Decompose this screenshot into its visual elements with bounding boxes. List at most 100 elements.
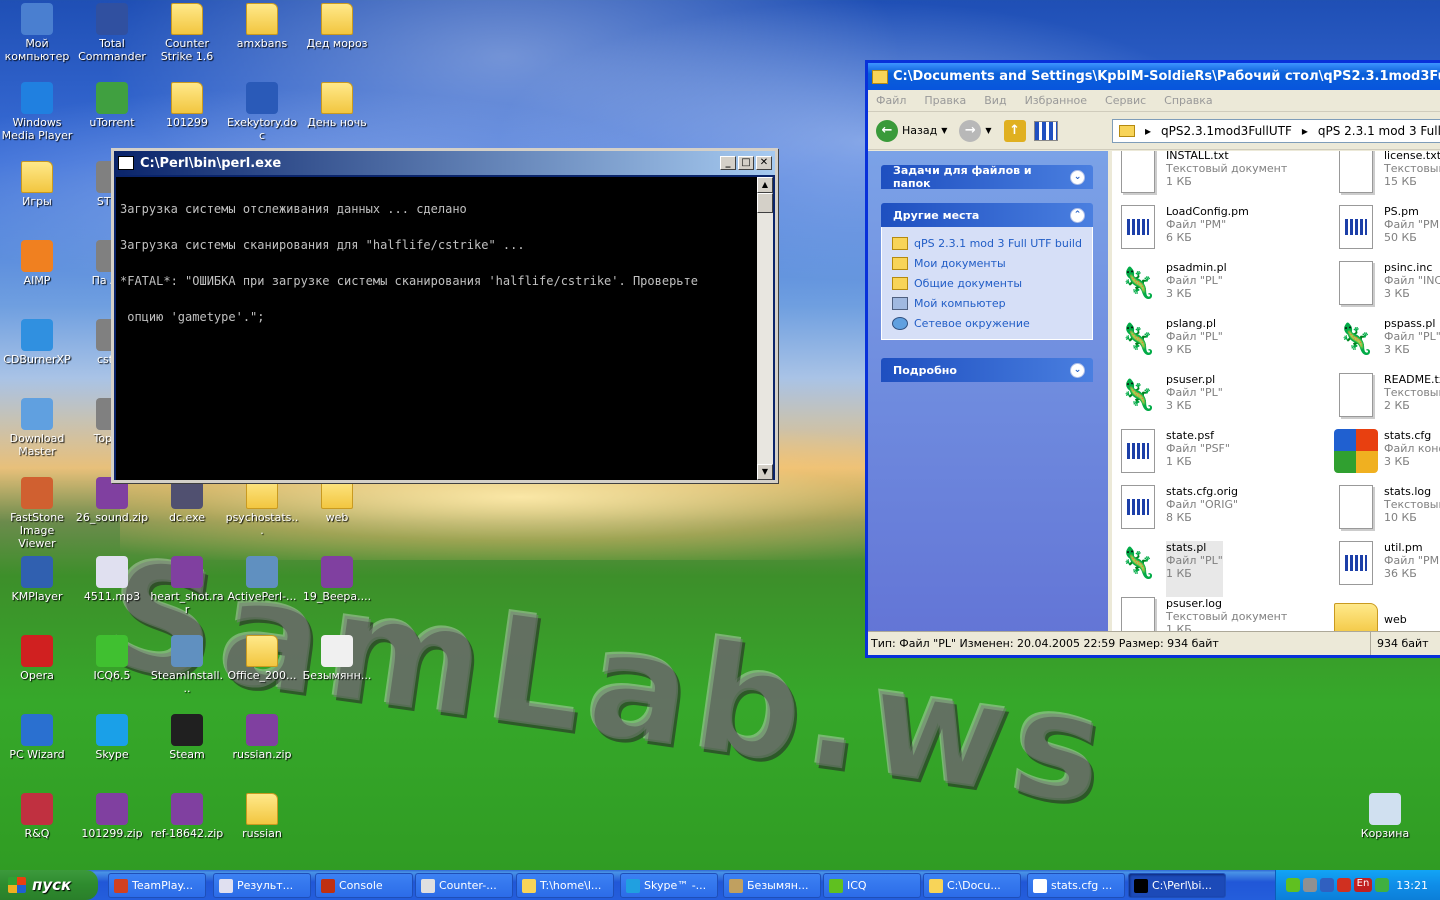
network-tray-icon[interactable] <box>1320 878 1334 892</box>
expand-icon[interactable]: ⌄ <box>1070 362 1085 378</box>
volume-tray-icon[interactable] <box>1337 878 1351 892</box>
file-item[interactable]: INSTALL.txt Текстовый документ 1 КБ <box>1116 151 1316 205</box>
file-list[interactable]: INSTALL.txt Текстовый документ 1 КБ LoadCon… <box>1112 151 1440 634</box>
start-button[interactable]: пуск <box>0 870 98 900</box>
close-button[interactable]: ✕ <box>756 156 772 170</box>
taskbar-button[interactable]: Skype™ -... <box>620 873 718 898</box>
taskbar-button[interactable]: T:\home\l... <box>516 873 614 898</box>
breadcrumb-item[interactable]: qPS 2.3.1 mod 3 Full <box>1318 124 1440 138</box>
file-item[interactable]: psuser.log Текстовый документ 1 КБ <box>1116 597 1316 634</box>
console-window[interactable]: C:\Perl\bin\perl.exe _ □ ✕ Загрузка сист… <box>111 148 778 483</box>
file-item[interactable]: 🦎 pslang.pl Файл "PL" 9 КБ <box>1116 317 1316 373</box>
taskbar-button[interactable]: Console <box>315 873 413 898</box>
views-icon[interactable] <box>1033 120 1058 141</box>
menu-help[interactable]: Справка <box>1164 94 1212 107</box>
scroll-up-arrow-icon[interactable]: ▲ <box>757 177 773 193</box>
desktop-icon[interactable]: День ночь <box>300 82 374 129</box>
desktop-icon[interactable]: R&Q <box>0 793 74 840</box>
desktop-icon[interactable]: 26_sound.zip <box>75 477 149 524</box>
menu-view[interactable]: Вид <box>984 94 1006 107</box>
folder-up-icon[interactable]: ↑ <box>1003 119 1026 142</box>
desktop-icon[interactable]: amxbans <box>225 3 299 50</box>
address-bar[interactable]: ▸ qPS2.3.1mod3FullUTF ▸ qPS 2.3.1 mod 3 … <box>1112 119 1440 143</box>
file-item[interactable]: 🦎 psadmin.pl Файл "PL" 3 КБ <box>1116 261 1316 317</box>
desktop-icon[interactable]: dc.exe <box>150 477 224 524</box>
taskbar-button[interactable]: C:\Docu... <box>923 873 1021 898</box>
file-item[interactable]: license.txt Текстовый 15 КБ <box>1334 151 1440 205</box>
desktop-icon[interactable]: ICQ6.5 <box>75 635 149 682</box>
desktop-icon[interactable]: heart_shot.rar <box>150 556 224 616</box>
desktop-icon[interactable]: psychostats... <box>225 477 299 537</box>
file-item[interactable]: 🦎 stats.pl Файл "PL" 1 КБ <box>1116 541 1316 597</box>
desktop-icon[interactable]: ActivePerl-... <box>225 556 299 603</box>
console-titlebar[interactable]: C:\Perl\bin\perl.exe _ □ ✕ <box>114 151 775 175</box>
desktop-icon[interactable]: FastStone Image Viewer <box>0 477 74 550</box>
desktop-icon[interactable]: russian <box>225 793 299 840</box>
file-item[interactable]: stats.cfgФайл конф3 КБ <box>1334 429 1440 485</box>
file-item[interactable]: psinc.incФайл "INC"3 КБ <box>1334 261 1440 317</box>
file-item[interactable]: stats.log Текстовый 10 КБ <box>1334 485 1440 541</box>
desktop-icon[interactable]: Мой компьютер <box>0 3 74 63</box>
details-header[interactable]: Подробно ⌄ <box>881 358 1093 382</box>
other-places-header[interactable]: Другие места ⌃ <box>881 203 1093 227</box>
clock[interactable]: 13:21 <box>1396 879 1428 892</box>
place-link[interactable]: Сетевое окружение <box>892 313 1082 333</box>
file-item[interactable]: README.txtТекстовый2 КБ <box>1334 373 1440 429</box>
file-item[interactable]: util.pm Файл "PM" 36 КБ <box>1334 541 1440 597</box>
explorer-window[interactable]: C:\Documents and Settings\KpbIM-SoldieRs… <box>865 60 1440 658</box>
place-link[interactable]: Мой компьютер <box>892 293 1082 313</box>
menu-favorites[interactable]: Избранное <box>1025 94 1087 107</box>
icq-tray-icon[interactable] <box>1286 878 1300 892</box>
file-item[interactable]: PS.pm Файл "PM" 50 КБ <box>1334 205 1440 261</box>
desktop-icon[interactable]: Exekytory.doc <box>225 82 299 142</box>
desktop-icon[interactable]: AIMP <box>0 240 74 287</box>
desktop-icon[interactable]: 19_Beepa.... <box>300 556 374 603</box>
chevron-down-icon[interactable]: ▼ <box>985 126 991 135</box>
back-button[interactable]: ← Назад ▼ <box>876 119 947 142</box>
desktop-icon[interactable]: SteamInstall... <box>150 635 224 695</box>
scroll-thumb[interactable] <box>757 193 773 213</box>
taskbar-button[interactable]: Безымян... <box>723 873 821 898</box>
taskbar-button[interactable]: stats.cfg ... <box>1027 873 1125 898</box>
settings-tray-icon[interactable] <box>1303 878 1317 892</box>
desktop-icon[interactable]: KMPlayer <box>0 556 74 603</box>
place-link[interactable]: Мои документы <box>892 253 1082 273</box>
desktop-icon[interactable]: Total Commander <box>75 3 149 63</box>
console-scrollbar[interactable]: ▲ ▼ <box>757 177 773 480</box>
desktop-icon[interactable]: Office_200... <box>225 635 299 682</box>
desktop-icon[interactable]: Skype <box>75 714 149 761</box>
desktop-icon[interactable]: 4511.mp3 <box>75 556 149 603</box>
security-tray-icon[interactable] <box>1375 878 1389 892</box>
expand-icon[interactable]: ⌄ <box>1070 169 1085 185</box>
details-panel[interactable]: Подробно ⌄ <box>881 358 1093 382</box>
desktop-icon[interactable]: Counter Strike 1.6 <box>150 3 224 63</box>
desktop-icon[interactable]: ref-18642.zip <box>150 793 224 840</box>
desktop-icon[interactable]: web <box>300 477 374 524</box>
taskbar-button[interactable]: ICQ <box>823 873 921 898</box>
forward-button[interactable]: → ▼ <box>959 119 992 142</box>
file-item[interactable]: web <box>1334 597 1440 634</box>
desktop-icon[interactable]: Download Master <box>0 398 74 458</box>
desktop-icon[interactable]: CDBurnerXP <box>0 319 74 366</box>
place-link[interactable]: qPS 2.3.1 mod 3 Full UTF build <box>892 233 1082 253</box>
desktop-icon[interactable]: russian.zip <box>225 714 299 761</box>
file-tasks-header[interactable]: Задачи для файлов и папок ⌄ <box>881 164 1093 190</box>
file-tasks-panel[interactable]: Задачи для файлов и папок ⌄ <box>881 164 1093 190</box>
console-output[interactable]: Загрузка системы отслеживания данных ...… <box>116 177 758 480</box>
file-item[interactable]: stats.cfg.orig Файл "ORIG" 8 КБ <box>1116 485 1316 541</box>
taskbar-button[interactable]: Результ... <box>213 873 311 898</box>
minimize-button[interactable]: _ <box>720 156 736 170</box>
place-link[interactable]: Общие документы <box>892 273 1082 293</box>
maximize-button[interactable]: □ <box>738 156 754 170</box>
menu-edit[interactable]: Правка <box>924 94 966 107</box>
desktop-icon[interactable]: Игры <box>0 161 74 208</box>
collapse-icon[interactable]: ⌃ <box>1070 207 1085 223</box>
desktop-icon[interactable]: Корзина <box>1348 793 1422 840</box>
desktop-icon[interactable]: uTorrent <box>75 82 149 129</box>
file-item[interactable]: state.psf Файл "PSF" 1 КБ <box>1116 429 1316 485</box>
desktop-icon[interactable]: Дед мороз <box>300 3 374 50</box>
menu-file[interactable]: Файл <box>876 94 906 107</box>
taskbar-button[interactable]: C:\Perl\bi... <box>1128 873 1226 898</box>
menu-tools[interactable]: Сервис <box>1105 94 1146 107</box>
scroll-down-arrow-icon[interactable]: ▼ <box>757 464 773 480</box>
